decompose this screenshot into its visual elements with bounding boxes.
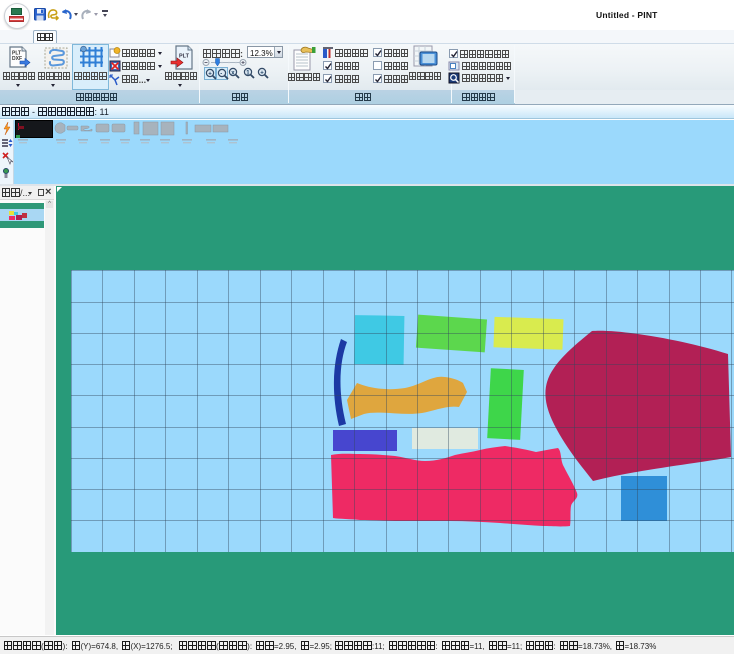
- svg-text:+: +: [260, 70, 264, 76]
- svg-text:PLT: PLT: [179, 54, 190, 60]
- svg-text:-: -: [220, 71, 222, 77]
- svg-text:+: +: [208, 71, 212, 77]
